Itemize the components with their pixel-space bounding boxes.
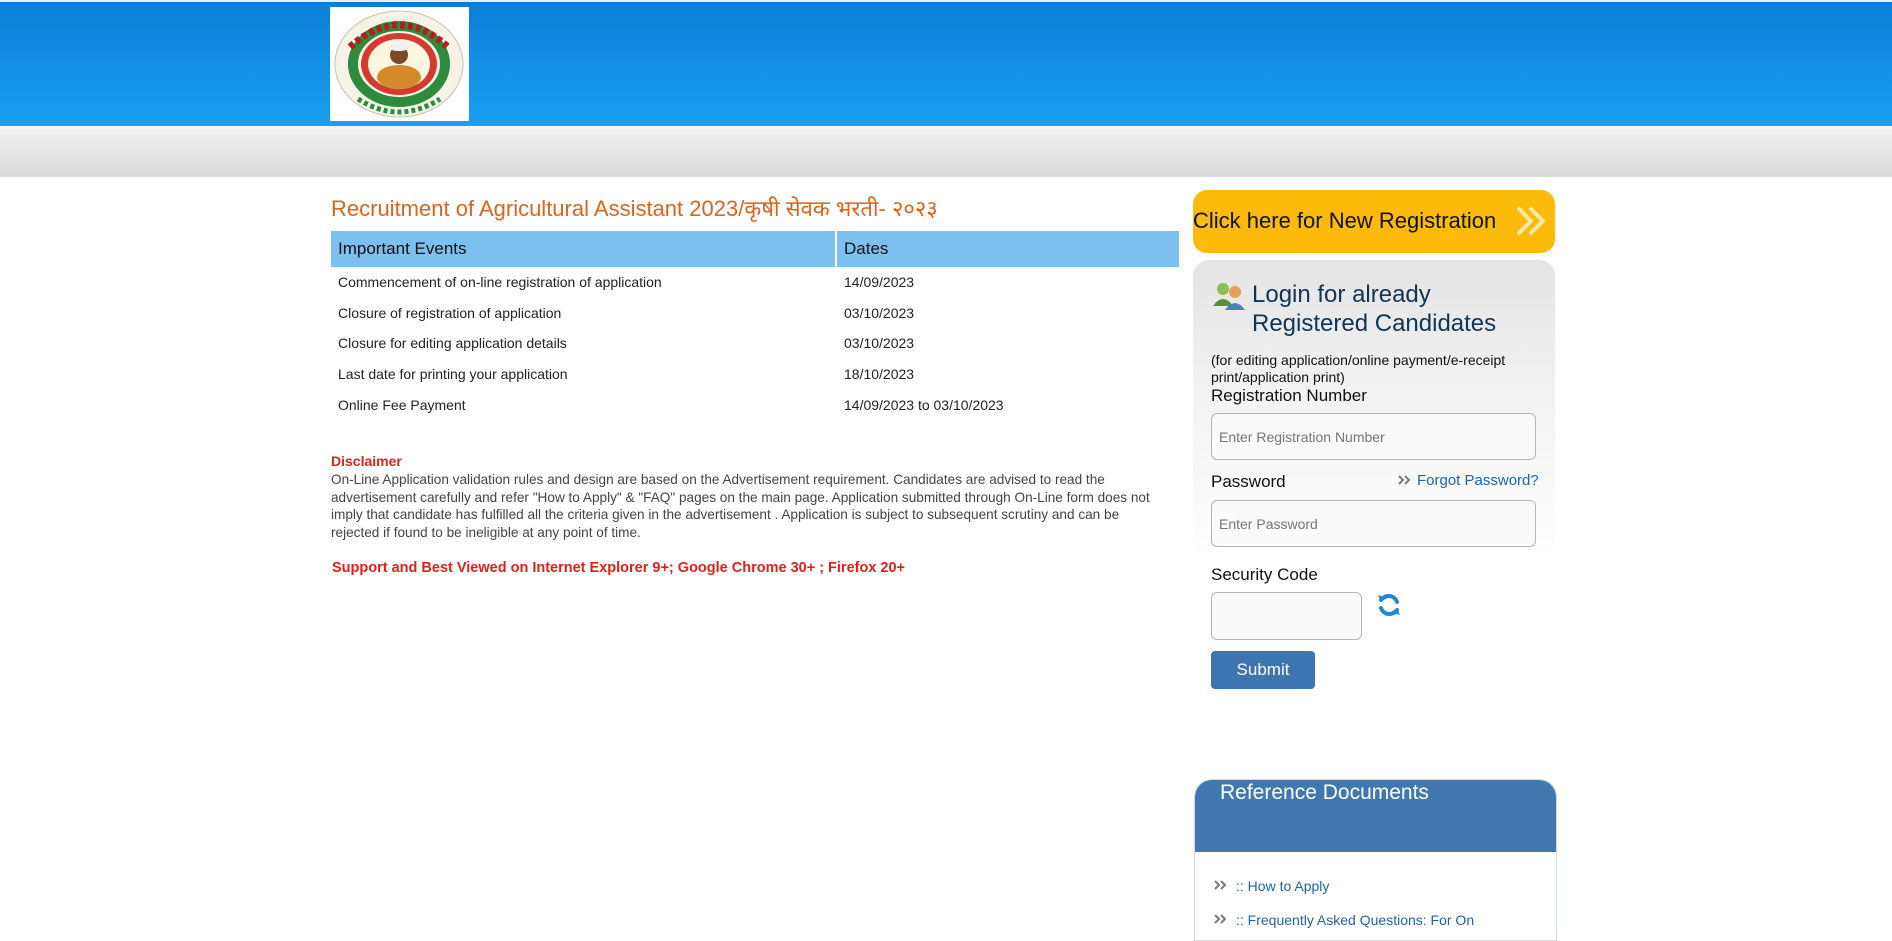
submit-button[interactable]: Submit (1211, 651, 1315, 689)
forgot-password-label[interactable]: Forgot Password? (1417, 472, 1539, 489)
date-cell: 14/09/2023 to 03/10/2023 (844, 396, 1004, 413)
double-chevron-right-icon (1214, 880, 1227, 890)
reference-link-faq[interactable]: :: Frequently Asked Questions: For On (1236, 912, 1474, 928)
refresh-icon[interactable] (1376, 592, 1402, 618)
registration-number-input[interactable] (1211, 413, 1536, 460)
browser-support-note: Support and Best Viewed on Internet Expl… (332, 560, 906, 576)
event-cell: Last date for printing your application (338, 366, 568, 383)
table-row: Closure for editing application details … (331, 328, 1180, 359)
date-cell: 14/09/2023 (844, 274, 915, 291)
security-code-input[interactable] (1211, 592, 1362, 640)
column-header-events: Important Events (331, 231, 837, 267)
page-title: Recruitment of Agricultural Assistant 20… (331, 196, 938, 221)
event-cell: Closure for editing application details (338, 335, 567, 352)
column-header-dates: Dates (836, 231, 1181, 267)
date-cell: 03/10/2023 (844, 304, 915, 321)
date-cell: 03/10/2023 (844, 335, 915, 352)
disclaimer-heading: Disclaimer (331, 453, 402, 469)
table-header-row: Important Events Dates (331, 231, 1181, 267)
important-events-table: Important Events Dates Commencement of o… (331, 231, 1181, 420)
event-cell: Commencement of on-line registration of … (338, 274, 662, 291)
double-chevron-right-icon (1398, 475, 1411, 485)
security-code-label: Security Code (1211, 565, 1318, 584)
navigation-bar (0, 126, 1892, 177)
new-registration-label: Click here for New Registration (1193, 208, 1497, 233)
logo-emblem (330, 7, 469, 121)
event-cell: Closure of registration of application (338, 304, 562, 321)
site-logo (330, 7, 469, 121)
table-row: Last date for printing your application … (331, 359, 1180, 390)
reference-documents-title: Reference Documents (1220, 781, 1429, 804)
login-heading: Login for already Registered Candidates (1252, 281, 1497, 337)
table-row: Online Fee Payment 14/09/2023 to 03/10/2… (331, 389, 1180, 420)
login-subtext: (for editing application/online payment/… (1211, 352, 1506, 385)
event-cell: Online Fee Payment (338, 396, 466, 413)
site-header (0, 0, 1892, 126)
double-chevron-right-icon (1517, 207, 1545, 235)
password-input[interactable] (1211, 500, 1536, 547)
reference-link-how-to-apply[interactable]: :: How to Apply (1236, 878, 1329, 894)
double-chevron-right-icon (1214, 914, 1227, 924)
date-cell: 18/10/2023 (844, 366, 915, 383)
new-registration-button[interactable]: Click here for New Registration (1193, 190, 1555, 253)
registration-number-label: Registration Number (1211, 386, 1367, 405)
table-row: Commencement of on-line registration of … (331, 267, 1180, 298)
table-row: Closure of registration of application 0… (331, 298, 1180, 329)
password-label: Password (1211, 472, 1286, 491)
users-icon (1213, 283, 1245, 310)
disclaimer-text: On-Line Application validation rules and… (331, 472, 1150, 540)
